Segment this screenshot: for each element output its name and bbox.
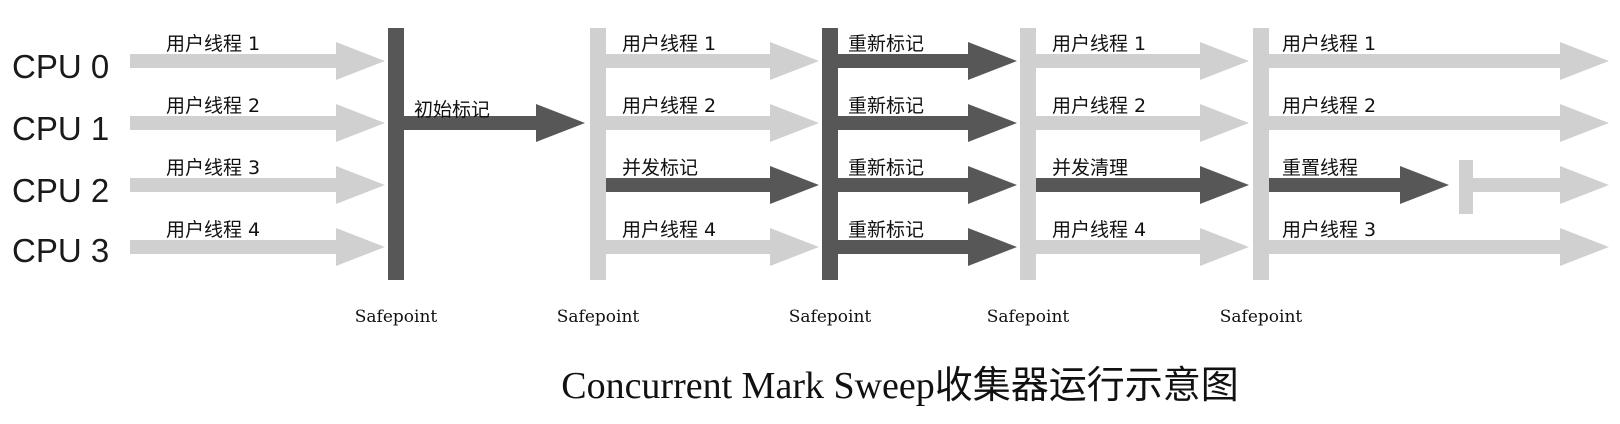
safepoint-bar-3 — [822, 28, 838, 280]
label-p2-l2: 并发标记 — [622, 157, 698, 179]
safepoint-bar-2 — [590, 28, 606, 280]
cpu-label-3: CPU 3 — [12, 232, 109, 269]
cpu-label-2: CPU 2 — [12, 172, 109, 209]
label-p5-l2: 重置线程 — [1282, 157, 1358, 179]
label-p2-l1: 用户线程 2 — [622, 95, 716, 117]
label-p2-l3: 用户线程 4 — [622, 219, 716, 241]
label-p0-l0: 用户线程 1 — [166, 33, 260, 55]
label-p4-l0: 用户线程 1 — [1052, 33, 1146, 55]
safepoint-label-2: Safepoint — [557, 307, 640, 327]
safepoint-label-3: Safepoint — [789, 307, 872, 327]
label-p0-l3: 用户线程 4 — [166, 219, 260, 241]
label-p5-l3: 用户线程 3 — [1282, 219, 1376, 241]
label-p4-l3: 用户线程 4 — [1052, 219, 1146, 241]
safepoint-bar-4 — [1020, 28, 1036, 280]
diagram-caption: Concurrent Mark Sweep收集器运行示意图 — [561, 365, 1239, 407]
cpu-label-1: CPU 1 — [12, 110, 109, 147]
label-p3-l0: 重新标记 — [848, 33, 924, 55]
label-p3-l1: 重新标记 — [848, 95, 924, 117]
safepoint-label-4: Safepoint — [987, 307, 1070, 327]
label-p5-l1: 用户线程 2 — [1282, 95, 1376, 117]
cpu-label-0: CPU 0 — [12, 48, 109, 85]
label-p0-l1: 用户线程 2 — [166, 95, 260, 117]
safepoint-label-5: Safepoint — [1220, 307, 1303, 327]
label-p4-l1: 用户线程 2 — [1052, 95, 1146, 117]
safepoint-label-1: Safepoint — [355, 307, 438, 327]
label-p4-l2: 并发清理 — [1052, 157, 1128, 179]
label-p5-l0: 用户线程 1 — [1282, 33, 1376, 55]
label-p3-l3: 重新标记 — [848, 219, 924, 241]
label-p0-l2: 用户线程 3 — [166, 157, 260, 179]
safepoint-bar-1 — [388, 28, 404, 280]
cpu-labels: CPU 0 CPU 1 CPU 2 CPU 3 — [12, 48, 109, 269]
safepoint-bar-5 — [1253, 28, 1269, 280]
arrow-p5-l2b — [1473, 166, 1609, 204]
safepoint-labels: Safepoint Safepoint Safepoint Safepoint … — [355, 307, 1303, 327]
reset-thread-end-marker — [1459, 160, 1473, 214]
label-p2-l0: 用户线程 1 — [622, 33, 716, 55]
label-p1-l0: 初始标记 — [414, 99, 490, 121]
label-p3-l2: 重新标记 — [848, 157, 924, 179]
cms-collector-diagram: CPU 0 CPU 1 CPU 2 CPU 3 用户线程 1 用户线程 2 用户… — [12, 28, 1609, 407]
